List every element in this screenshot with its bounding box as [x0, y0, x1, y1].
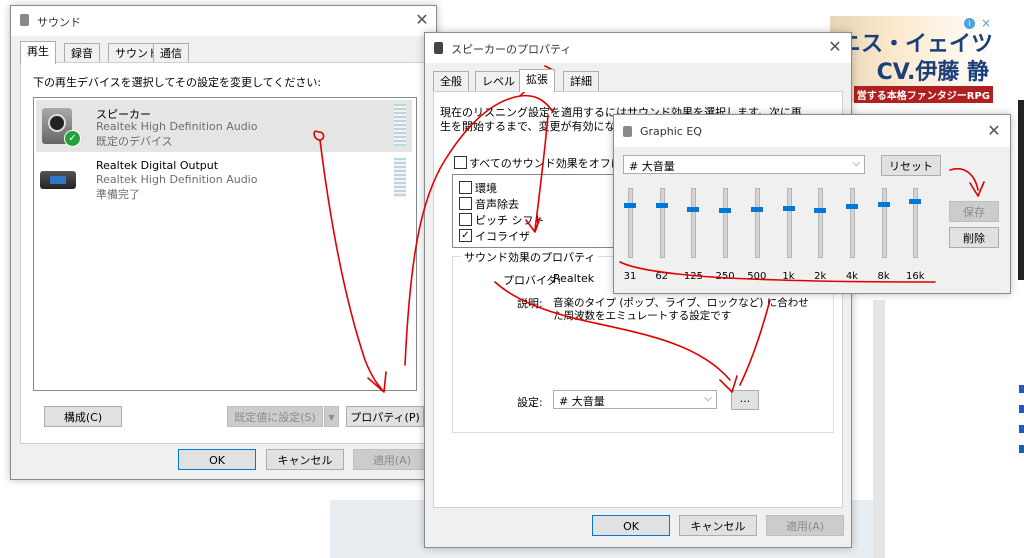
tab-enhancements[interactable]: 拡張	[519, 69, 555, 92]
annotation-arrow-equalizer	[525, 114, 549, 233]
annotation-line-down	[739, 299, 771, 386]
annotation-curve-eq	[619, 261, 936, 283]
annotation-overlay	[313, 65, 985, 393]
tab-playback[interactable]: 再生	[20, 41, 56, 64]
annotation-arrow-to-properties	[319, 139, 387, 393]
annotation-swoop-provider	[494, 281, 738, 393]
annotation-line-to-tab	[404, 94, 554, 366]
annotation-arrow-save	[949, 168, 985, 197]
annotation-circle-mark	[313, 130, 325, 141]
